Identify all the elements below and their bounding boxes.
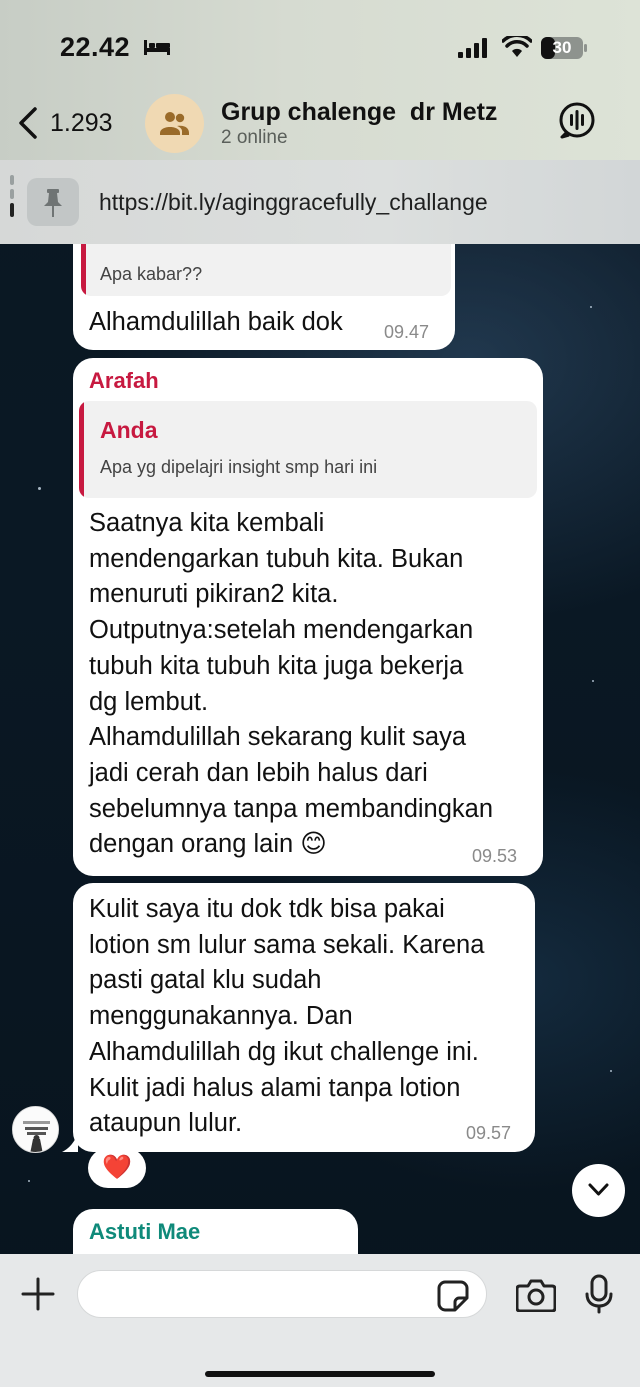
chevron-left-icon [19,107,37,139]
home-indicator [205,1371,435,1377]
message-text: Saatnya kita kembali mendengarkan tubuh … [89,506,493,863]
pinned-message-text: https://bit.ly/aginggracefully_challange [99,189,488,215]
chat-title[interactable]: Grup chalenge dr Metz [221,98,497,127]
chevron-down-icon [588,1183,609,1196]
pin-position-indicator [10,175,14,231]
message-bubble[interactable]: Astuti Mae [73,1209,358,1254]
signal-icon [458,38,487,58]
sticker-icon[interactable] [437,1280,469,1312]
sender-avatar[interactable] [12,1106,59,1153]
message-line: tubuh kita tubuh kita juga bekerja [89,651,464,680]
message-bubble[interactable]: Kulit saya itu dok tdk bisa pakai lotion… [73,883,535,1152]
status-bar: 22.42 30 [0,0,640,90]
message-line: Kulit jadi halus alami tanpa lotion [89,1073,461,1102]
pin-icon [44,189,62,217]
message-line: menuruti pikiran2 kita. [89,580,339,609]
avatar-image [13,1107,58,1152]
reaction-heart[interactable]: ❤️ [88,1148,146,1188]
status-time: 22.42 [60,32,131,62]
message-time: 09.47 [384,322,430,342]
message-line: Outputnya:setelah mendengarkan [89,616,474,645]
online-status: 2 online [221,127,288,148]
message-line: Kulit saya itu dok tdk bisa pakai [89,895,445,923]
scroll-to-bottom-button[interactable] [572,1164,625,1217]
message-line: pasti gatal klu sudah [89,966,322,995]
message-line: dengan orang lain 😊 [89,830,327,859]
message-line: menggunakannya. Dan [89,1002,353,1031]
unread-count: 1.293 [50,109,113,137]
message-line: dg lembut. [89,687,209,716]
message-text: Alhamdulillah baik dok [89,308,343,336]
quoted-sender: Anda [100,417,158,443]
wifi-icon [502,36,532,57]
message-line: Alhamdulillah sekarang kulit saya [89,723,467,752]
message-line: Alhamdulillah dg ikut challenge ini. [89,1037,479,1066]
message-list: Apa kabar?? Alhamdulillah baik dok 09.47… [0,244,640,1254]
message-time: 09.57 [466,1123,512,1143]
message-line: jadi cerah dan lebih halus dari [89,758,428,787]
message-bubble[interactable]: Apa kabar?? Alhamdulillah baik dok 09.47 [73,244,455,350]
camera-icon[interactable] [516,1278,556,1312]
message-line: sebelumnya tanpa membandingkan [89,794,494,823]
sleep-focus-icon [144,40,170,55]
message-composer [0,1254,640,1387]
quoted-text: Apa kabar?? [100,264,203,284]
message-input[interactable] [77,1270,487,1318]
battery-level: 30 [552,38,572,57]
group-icon [160,112,189,135]
group-avatar[interactable] [145,94,204,153]
quoted-reply[interactable]: Apa kabar?? [81,244,451,296]
message-line: ataupun lulur. [89,1109,243,1138]
plus-icon[interactable] [20,1276,56,1312]
message-bubble[interactable]: Arafah Anda Apa yg dipelajri insight smp… [73,358,543,876]
voice-chat-icon[interactable] [557,100,597,140]
back-button[interactable]: 1.293 [10,100,125,146]
message-text: Kulit saya itu dok tdk bisa pakai lotion… [89,892,484,1142]
sender-name[interactable]: Astuti Mae [89,1219,200,1245]
quote-bar [81,244,86,296]
message-time: 09.53 [472,846,518,866]
quote-bar [79,401,84,498]
bubble-tail [62,1134,78,1152]
pin-icon-container [27,178,79,226]
pinned-message-bar[interactable]: https://bit.ly/aginggracefully_challange [0,160,640,244]
message-line: Saatnya kita kembali [89,509,325,537]
quoted-text: Apa yg dipelajri insight smp hari ini [100,457,378,477]
message-line: lotion sm lulur sama sekali. Karena [89,930,485,959]
microphone-icon[interactable] [584,1274,614,1314]
quoted-reply[interactable]: Anda Apa yg dipelajri insight smp hari i… [79,401,537,498]
sender-name[interactable]: Arafah [89,368,159,394]
chat-header: 22.42 30 1.293 Grup chalenge dr Metz 2 o… [0,0,640,160]
message-line: mendengarkan tubuh kita. Bukan [89,544,464,573]
